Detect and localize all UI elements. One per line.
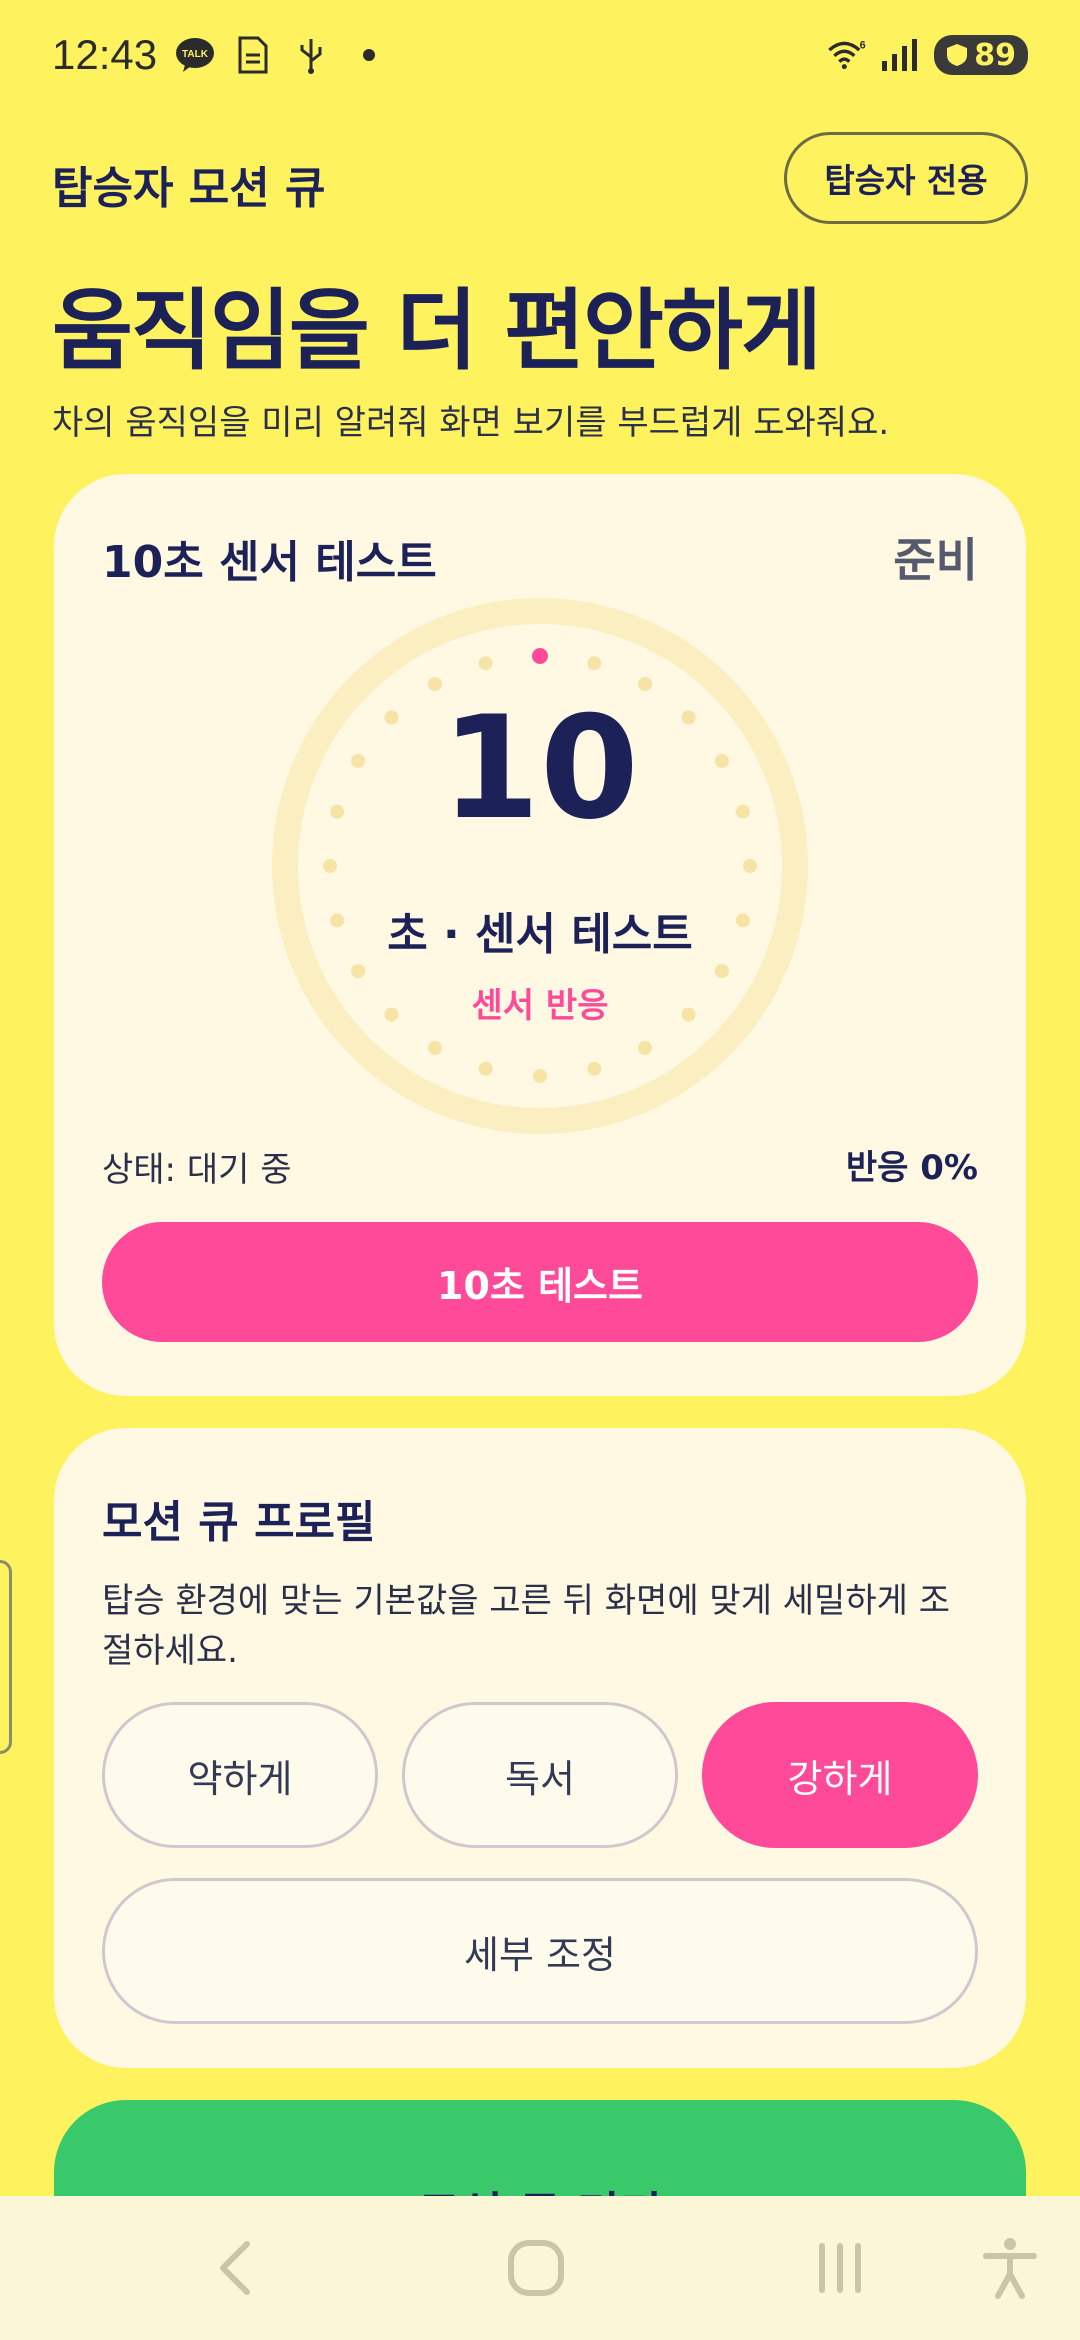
sensor-test-card: 10초 센서 테스트 준비 10 초 · 센서 테스트 센서 반응 상태: 대기…: [54, 474, 1026, 1396]
dial-tick-dot: [638, 1040, 652, 1055]
app-title: 탑승자 모션 큐: [52, 163, 326, 214]
dial-progress-marker: [532, 648, 548, 664]
battery-indicator: 89: [934, 35, 1028, 75]
wifi-icon: 6: [826, 35, 866, 75]
profile-card-title: 모션 큐 프로필: [102, 1497, 376, 1548]
dial-tick-dot: [351, 964, 366, 978]
signal-icon: [880, 35, 920, 75]
response-percentage: 반응 0%: [845, 1148, 978, 1188]
system-nav-bar: [0, 2196, 1080, 2340]
page-headline: 움직임을 더 편안하게: [52, 279, 822, 382]
svg-text:TALK: TALK: [182, 49, 209, 60]
app-screen: 12:43 TALK 6 89 탑승자 모션 큐 탑승자 전용 움직임을 더 편…: [0, 0, 1080, 2340]
dial-tick-dot: [428, 1040, 442, 1055]
dial-tick-dot: [587, 1061, 602, 1076]
countdown-label: 초 · 센서 테스트: [387, 909, 693, 960]
status-left-group: 12:43 TALK: [52, 31, 389, 79]
countdown-number: 10: [441, 686, 639, 851]
wifi-label: 6: [860, 39, 866, 51]
sensor-response-label: 센서 반응: [471, 986, 609, 1026]
passenger-only-button[interactable]: 탑승자 전용: [784, 132, 1028, 224]
profile-option-weak[interactable]: 약하게: [102, 1702, 378, 1848]
status-text: 상태: 대기 중: [102, 1150, 292, 1190]
status-bar: 12:43 TALK 6 89: [0, 0, 1080, 110]
shield-icon: [947, 44, 968, 66]
profile-option-strong[interactable]: 강하게: [702, 1702, 978, 1848]
sensor-state-label: 준비: [893, 533, 978, 587]
recents-icon[interactable]: [798, 2226, 882, 2310]
dial-tick-dot: [428, 677, 442, 692]
dial-ring: [272, 598, 808, 1134]
dial-tick-dot: [638, 677, 652, 692]
profile-card-description: 탑승 환경에 맞는 기본값을 고른 뒤 화면에 맞게 세밀하게 조절하세요.: [102, 1581, 950, 1671]
usb-icon: [291, 35, 331, 75]
dial-tick-dot: [323, 859, 337, 873]
dial-tick-dot: [714, 964, 729, 978]
sensor-card-title: 10초 센서 테스트: [102, 537, 437, 588]
dial-tick-dot: [587, 656, 602, 671]
back-icon[interactable]: [194, 2226, 278, 2310]
edge-panel-handle[interactable]: [0, 1560, 12, 1754]
home-icon[interactable]: [494, 2226, 578, 2310]
dot-icon: [349, 35, 389, 75]
dial-tick-dot: [478, 656, 493, 671]
page-subtitle: 차의 움직임을 미리 알려줘 화면 보기를 부드럽게 도와줘요.: [52, 403, 890, 443]
motion-cue-profile-card: 모션 큐 프로필 탑승 환경에 맞는 기본값을 고른 뒤 화면에 맞게 세밀하게…: [54, 1428, 1026, 2068]
profile-option-reading[interactable]: 독서: [402, 1702, 678, 1848]
kakaotalk-icon: TALK: [175, 35, 215, 75]
ten-second-test-button[interactable]: 10초 테스트: [102, 1222, 978, 1342]
status-right-group: 6 89: [826, 35, 1028, 75]
fine-tune-button[interactable]: 세부 조정: [102, 1878, 978, 2024]
countdown-dial: 10 초 · 센서 테스트 센서 반응: [272, 598, 808, 1134]
status-time: 12:43: [52, 31, 158, 78]
dial-tick-dot: [743, 859, 757, 873]
battery-level: 89: [974, 37, 1016, 73]
accessibility-icon[interactable]: [968, 2226, 1052, 2310]
dial-tick-dot: [478, 1061, 493, 1076]
dial-tick-dot: [533, 1069, 547, 1083]
document-icon: [233, 35, 273, 75]
